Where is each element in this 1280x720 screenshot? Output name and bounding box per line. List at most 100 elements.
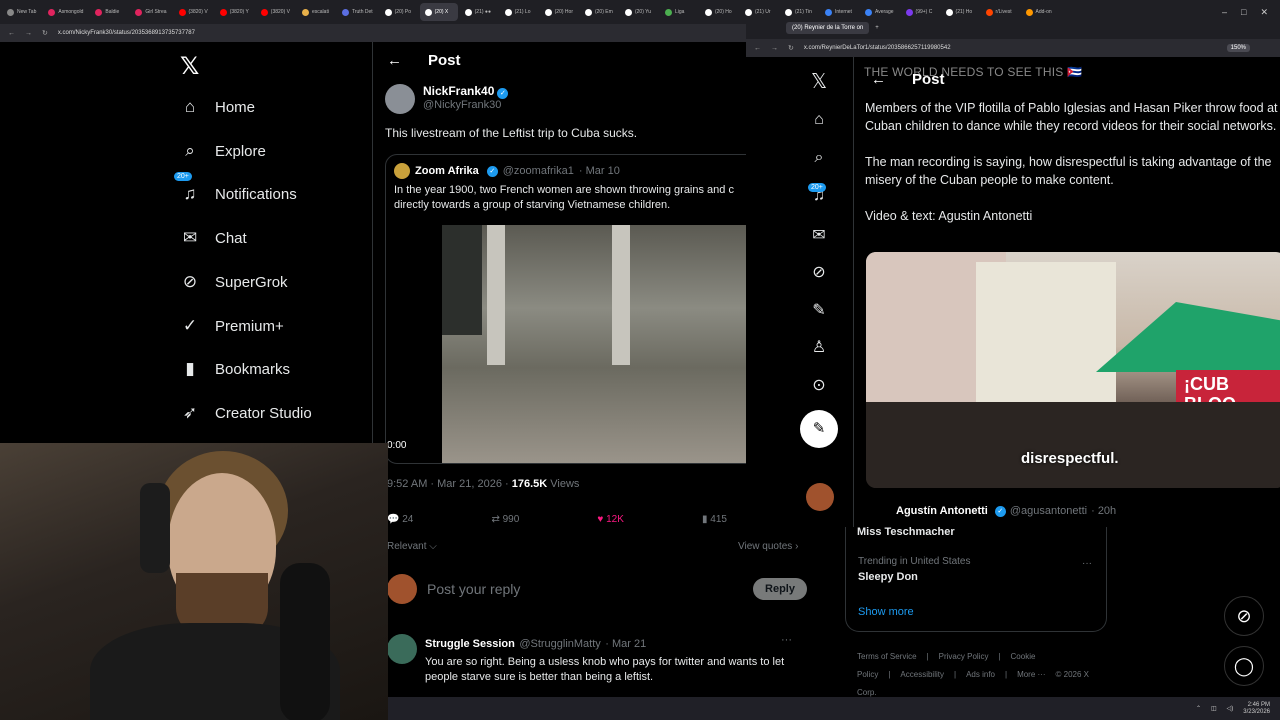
tab-label: Asmongold [58, 9, 84, 15]
browser-tab[interactable]: Asmongold [43, 3, 88, 21]
author-name[interactable]: Agustín Antonetti [896, 505, 988, 517]
avatar[interactable] [385, 84, 415, 114]
forward-icon[interactable]: → [771, 45, 778, 52]
tray-chevron-icon[interactable]: ⌃ [1196, 705, 1201, 712]
comment[interactable]: Struggle Session @StrugglinMatty · Mar 2… [387, 634, 807, 685]
sort-relevant-dropdown[interactable]: Relevant ⌵ [387, 541, 437, 552]
browser-tab[interactable]: (20) X [419, 3, 458, 21]
like-action[interactable]: ♥ 12K [597, 514, 624, 525]
browser-tab[interactable]: (20) Ho [700, 3, 738, 21]
sidebar-item-notifications[interactable]: ♫ 20+ Notifications [174, 172, 297, 204]
system-clock[interactable]: 2:46 PM 3/23/2026 [1243, 702, 1270, 716]
browser-tab[interactable]: (3820) V [174, 3, 213, 21]
new-tab-icon[interactable]: + [875, 25, 879, 31]
x-logo-icon[interactable]: 𝕏 [804, 69, 834, 94]
browser-tab[interactable]: Baldie [90, 3, 128, 21]
reply-input[interactable]: Post your reply [427, 581, 743, 597]
video-player[interactable]: ¡CUB BLOQ disrespectful. [866, 252, 1280, 488]
close-icon[interactable]: ✕ [1260, 7, 1268, 18]
bookmark-action[interactable]: ▮ 415 [702, 514, 727, 525]
browser-tab[interactable]: (3820) Y [215, 3, 254, 21]
forward-icon[interactable]: → [25, 30, 32, 37]
volume-icon[interactable]: ◁) [1227, 705, 1234, 712]
browser-tab[interactable]: (21) Lo [500, 3, 538, 21]
comment-author-handle[interactable]: @StrugglinMatty [519, 638, 600, 650]
video-player[interactable] [442, 225, 747, 463]
footer-link[interactable]: Terms of Service [857, 652, 917, 661]
browser-tab[interactable]: (20) Yu [620, 3, 658, 21]
quoted-author[interactable]: Agustín Antonetti ✓ @agusantonetti · 20h [896, 505, 1116, 517]
sidebar-item-explore[interactable]: ⌕ Explore [180, 141, 266, 161]
home-icon[interactable]: ⌂ [804, 111, 834, 129]
back-icon[interactable]: ← [8, 30, 15, 37]
sidebar-item-premium[interactable]: ✓ Premium+ [180, 316, 284, 336]
tab-label: (20) Hor [554, 9, 573, 15]
sidebar-item-home[interactable]: ⌂ Home [180, 97, 255, 117]
bookmark-icon: ▮ [185, 359, 195, 378]
tab-label: Average [874, 9, 894, 15]
search-icon[interactable]: ⌕ [804, 149, 834, 167]
browser-tab[interactable]: (21) ●● [460, 3, 498, 21]
browser-tab[interactable]: Truth Det [337, 3, 378, 21]
minimize-icon[interactable]: – [1222, 7, 1227, 17]
sidebar-item-chat[interactable]: ✉ Chat [180, 228, 247, 248]
post-header: ← Post [871, 71, 945, 88]
show-more-link[interactable]: Show more [858, 606, 914, 618]
mail-icon[interactable]: ✉ [804, 225, 834, 245]
comment-author-name[interactable]: Struggle Session [425, 638, 515, 650]
network-icon[interactable]: ◫ [1211, 705, 1217, 712]
browser-tab[interactable]: (20) Hor [540, 3, 578, 21]
grok-fab-icon[interactable]: ⊘ [1224, 596, 1264, 636]
edit-icon[interactable]: ✎ [804, 300, 834, 320]
url-field[interactable]: x.com/NickyFrank30/status/20353689137357… [58, 30, 195, 36]
view-quotes-link[interactable]: View quotes › [738, 541, 798, 552]
sidebar-item-bookmarks[interactable]: ▮ Bookmarks [180, 359, 290, 379]
repost-action[interactable]: ⇄ 990 [491, 514, 519, 525]
post-header: ← Post [387, 52, 461, 69]
more-icon[interactable]: ⊙ [804, 375, 834, 395]
tab-label: (20) Yu [634, 9, 652, 15]
author-handle[interactable]: @agusantonetti [1010, 505, 1087, 517]
reply-button[interactable]: Reply [753, 578, 807, 600]
reply-action[interactable]: 💬 24 [387, 514, 413, 525]
browser-tab[interactable]: (20) Po [380, 3, 418, 21]
more-options-icon[interactable]: ··· [781, 634, 792, 646]
browser-tab[interactable]: Girl Strea [130, 3, 171, 21]
sidebar-item-supergrok[interactable]: ⊘ SuperGrok [180, 272, 288, 292]
grok-icon[interactable]: ⊘ [804, 262, 834, 282]
author-handle[interactable]: @NickyFrank30 [423, 99, 508, 111]
avatar[interactable] [387, 634, 417, 664]
maximize-icon[interactable]: □ [1241, 7, 1246, 17]
sidebar-item-creator-studio[interactable]: ➶ Creator Studio [180, 403, 312, 423]
author-name[interactable]: NickFrank40 [423, 84, 494, 98]
tab-favicon-icon [7, 8, 14, 16]
chat-fab-icon[interactable]: ◯ [1224, 646, 1264, 686]
active-tab[interactable]: (20) Reynier de la Torre on [786, 22, 870, 34]
back-icon[interactable]: ← [754, 45, 761, 52]
footer-link[interactable]: Accessibility [900, 670, 944, 679]
browser-tab[interactable]: escalati [297, 3, 335, 21]
reload-icon[interactable]: ↻ [788, 44, 794, 52]
browser-tab[interactable]: (20) Em [580, 3, 618, 21]
avatar[interactable] [806, 483, 834, 511]
x-logo-icon[interactable]: 𝕏 [180, 52, 199, 81]
more-options-icon[interactable]: ··· [1082, 558, 1092, 569]
zoom-level[interactable]: 150% [1226, 44, 1250, 52]
footer-link[interactable]: Privacy Policy [939, 652, 989, 661]
footer-link[interactable]: More ··· [1017, 670, 1045, 679]
post-author[interactable]: NickFrank40 ✓ @NickyFrank30 [385, 84, 509, 114]
quoted-post[interactable]: Zoom Afrika ✓ @zoomafrika1 · Mar 10 In t… [385, 154, 765, 464]
trend-item[interactable]: Sleepy Don [858, 571, 918, 583]
footer-link[interactable]: Ads info [966, 670, 995, 679]
browser-tab[interactable]: Liga [660, 3, 698, 21]
compose-button[interactable]: ✎ [800, 410, 838, 448]
browser-tab[interactable]: (3820) V [256, 3, 295, 21]
trend-item[interactable]: Miss Teschmacher [857, 526, 955, 538]
back-arrow-icon[interactable]: ← [871, 71, 886, 88]
back-arrow-icon[interactable]: ← [387, 52, 402, 69]
browser-tab[interactable]: New Tab [2, 3, 41, 21]
reload-icon[interactable]: ↻ [42, 29, 48, 37]
url-field[interactable]: x.com/ReynierDeLaTor1/status/20358662571… [804, 45, 951, 51]
profile-icon[interactable]: ♙ [804, 337, 834, 357]
sidebar-item-label: Home [215, 98, 256, 116]
